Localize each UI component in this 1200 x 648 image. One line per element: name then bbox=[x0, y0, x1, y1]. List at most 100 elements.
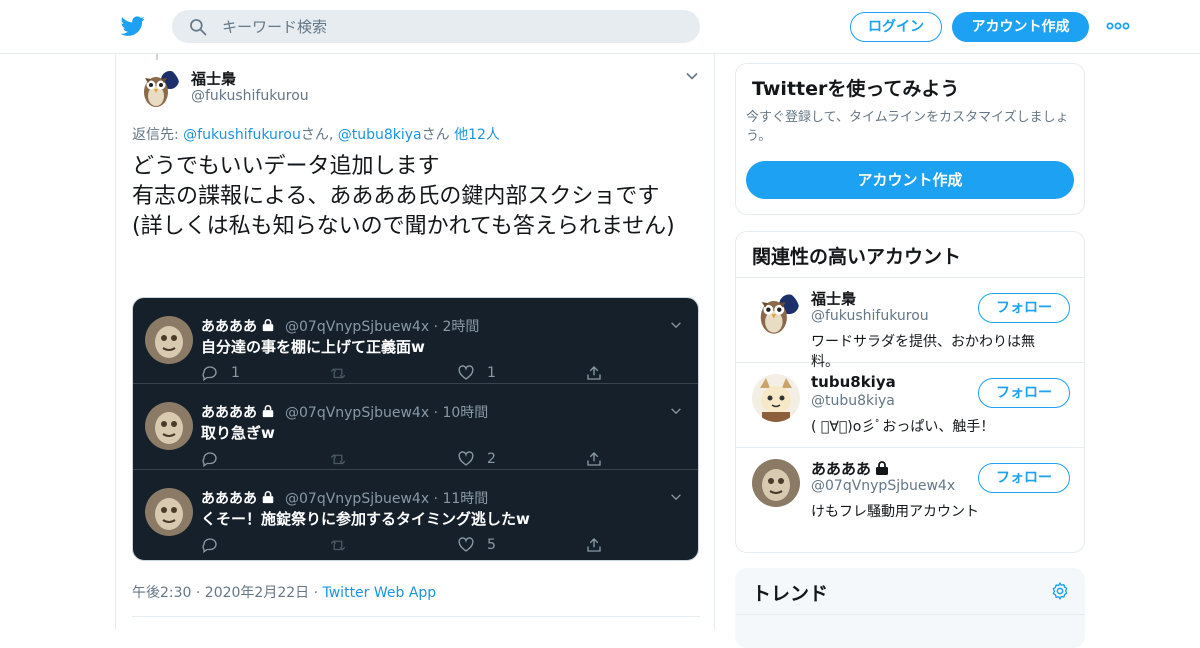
author-name[interactable]: 福士梟 bbox=[191, 68, 236, 89]
share-icon bbox=[587, 366, 601, 380]
reply-to-line: 返信先: @fukushifukurouさん, @tubu8kiyaさん 他12… bbox=[132, 124, 500, 144]
account-item[interactable]: 福士梟 @fukushifukurou ワードサラダを提供、おかわりは無料。 フ… bbox=[736, 278, 1084, 370]
follow-button[interactable]: フォロー bbox=[978, 463, 1070, 493]
embedded-tweet: ああああ @07qVnypSjbuew4x · 10時間 取り急ぎw 2 bbox=[133, 384, 698, 470]
reply-icon bbox=[202, 452, 217, 468]
account-name[interactable]: ああああ bbox=[811, 458, 890, 479]
retweet-icon bbox=[330, 540, 346, 551]
reply-action: 1 bbox=[201, 364, 240, 382]
trends-card: トレンド bbox=[735, 568, 1085, 648]
share-action bbox=[585, 450, 603, 468]
account-name[interactable]: 福士梟 bbox=[811, 288, 856, 309]
lock-icon bbox=[262, 405, 274, 418]
account-bio: けもフレ騒動用アカウント bbox=[811, 504, 979, 520]
retweet-action bbox=[329, 450, 347, 468]
like-action: 5 bbox=[457, 536, 496, 554]
follow-button[interactable]: フォロー bbox=[978, 378, 1070, 408]
embedded-tweet-text: 取り急ぎw bbox=[201, 424, 275, 442]
account-handle[interactable]: @fukushifukurou bbox=[811, 308, 929, 324]
like-icon bbox=[458, 451, 474, 466]
avatar[interactable] bbox=[136, 66, 180, 110]
search-box[interactable] bbox=[172, 10, 700, 43]
more-icon[interactable] bbox=[1106, 18, 1130, 34]
embedded-tweet: ああああ @07qVnypSjbuew4x · 11時間 くそー！施錠祭りに参加… bbox=[133, 470, 698, 556]
account-name[interactable]: tubu8kiya bbox=[811, 373, 896, 391]
avatar[interactable] bbox=[752, 289, 800, 337]
tweet-time[interactable]: 午後2:30 · 2020年2月22日 · bbox=[132, 585, 323, 601]
author-handle[interactable]: @fukushifukurou bbox=[191, 88, 309, 104]
account-item[interactable]: ああああ @07qVnypSjbuew4x けもフレ騒動用アカウント フォロー bbox=[736, 448, 1084, 533]
reply-action bbox=[201, 536, 231, 554]
like-icon bbox=[458, 537, 474, 552]
embedded-author-name: ああああ bbox=[201, 402, 275, 422]
retweet-icon bbox=[330, 454, 346, 465]
embedded-author-name: ああああ bbox=[201, 316, 275, 336]
search-icon bbox=[190, 19, 207, 36]
embedded-author-name: ああああ bbox=[201, 488, 275, 508]
account-handle[interactable]: @tubu8kiya bbox=[811, 393, 895, 409]
gear-icon[interactable] bbox=[1050, 581, 1070, 601]
like-action: 1 bbox=[457, 364, 496, 382]
create-account-button[interactable]: アカウント作成 bbox=[746, 161, 1074, 199]
card-title: トレンド bbox=[752, 583, 829, 605]
like-action: 2 bbox=[457, 450, 496, 468]
reply-san: さん bbox=[421, 127, 455, 143]
lock-icon bbox=[262, 319, 274, 332]
share-action bbox=[585, 536, 603, 554]
lock-icon bbox=[262, 491, 274, 504]
tweet-media-screenshot[interactable]: ああああ @07qVnypSjbuew4x · 2時間 自分達の事を棚に上げて正… bbox=[132, 297, 699, 561]
related-accounts-card: 関連性の高いアカウント 福士梟 @fukushifukurou ワードサラダを提… bbox=[735, 231, 1085, 553]
retweet-action bbox=[329, 536, 347, 554]
reply-user-link[interactable]: @fukushifukurou bbox=[183, 127, 301, 143]
reply-user-link[interactable]: @tubu8kiya bbox=[338, 127, 422, 143]
signup-card: Twitterを使ってみよう 今すぐ登録して、タイムラインをカスタマイズしましょ… bbox=[735, 63, 1085, 215]
search-input[interactable] bbox=[222, 10, 682, 43]
card-title: 関連性の高いアカウント bbox=[752, 246, 962, 268]
reply-icon bbox=[202, 538, 217, 554]
avatar[interactable] bbox=[752, 374, 800, 422]
like-count: 5 bbox=[487, 537, 496, 553]
reply-prefix: 返信先: bbox=[132, 127, 184, 143]
like-count: 2 bbox=[487, 451, 496, 467]
twitter-logo-icon[interactable] bbox=[120, 14, 146, 38]
avatar bbox=[145, 488, 193, 536]
account-handle[interactable]: @07qVnypSjbuew4x bbox=[811, 478, 955, 494]
card-description: 今すぐ登録して、タイムラインをカスタマイズしましょう。 bbox=[746, 110, 1069, 144]
account-item[interactable]: tubu8kiya @tubu8kiya ( ﾟ∀ﾟ)o彡ﾟおっぱい、触手！ フ… bbox=[736, 363, 1084, 448]
owl-avatar-icon bbox=[136, 66, 180, 110]
embedded-author-handle: @07qVnypSjbuew4x · 10時間 bbox=[285, 405, 489, 421]
top-navigation-bar: ログイン アカウント作成 bbox=[0, 0, 1200, 54]
like-icon bbox=[458, 365, 474, 380]
chevron-down-icon bbox=[671, 322, 681, 329]
reply-san: さん, bbox=[300, 127, 338, 143]
signup-button[interactable]: アカウント作成 bbox=[952, 12, 1089, 42]
reply-count: 1 bbox=[231, 365, 240, 381]
avatar bbox=[145, 402, 193, 450]
chevron-down-icon bbox=[671, 494, 681, 501]
retweet-action bbox=[329, 364, 347, 382]
follow-button[interactable]: フォロー bbox=[978, 293, 1070, 323]
tweet-detail-column: 福士梟 @fukushifukurou 返信先: @fukushifukurou… bbox=[115, 54, 715, 630]
share-action bbox=[585, 364, 603, 382]
tweet-source-link[interactable]: Twitter Web App bbox=[323, 585, 437, 601]
chevron-down-icon[interactable] bbox=[684, 68, 700, 84]
reply-others-link[interactable]: 他12人 bbox=[454, 127, 500, 143]
card-header: トレンド bbox=[736, 569, 1084, 615]
thread-connector-line bbox=[156, 54, 158, 60]
retweet-icon bbox=[330, 368, 346, 379]
account-bio: ( ﾟ∀ﾟ)o彡ﾟおっぱい、触手！ bbox=[811, 419, 995, 435]
avatar[interactable] bbox=[752, 459, 800, 507]
embedded-tweet: ああああ @07qVnypSjbuew4x · 2時間 自分達の事を棚に上げて正… bbox=[133, 298, 698, 384]
embedded-tweet-text: 自分達の事を棚に上げて正義面w bbox=[201, 338, 425, 356]
lock-icon bbox=[876, 461, 889, 475]
card-title: Twitterを使ってみよう bbox=[752, 78, 960, 100]
divider bbox=[132, 616, 700, 617]
share-icon bbox=[587, 538, 601, 552]
embedded-author-handle: @07qVnypSjbuew4x · 2時間 bbox=[285, 319, 480, 335]
embedded-author-handle: @07qVnypSjbuew4x · 11時間 bbox=[285, 491, 489, 507]
reply-icon bbox=[202, 366, 217, 382]
login-button[interactable]: ログイン bbox=[850, 12, 942, 42]
embedded-tweet-text: くそー！施錠祭りに参加するタイミング逃したw bbox=[201, 510, 530, 528]
share-icon bbox=[587, 452, 601, 466]
like-count: 1 bbox=[487, 365, 496, 381]
